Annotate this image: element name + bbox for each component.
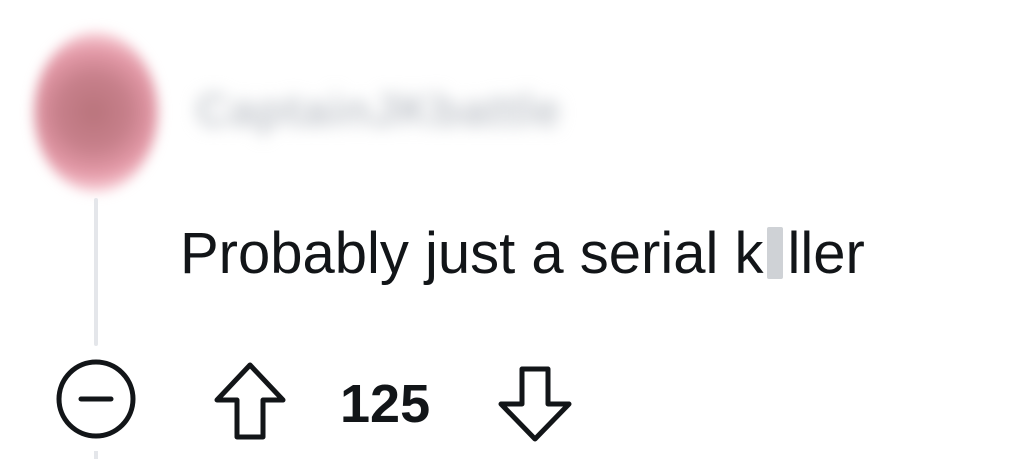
thread-line-continuation bbox=[94, 451, 98, 459]
minus-circle-icon bbox=[56, 359, 136, 439]
upvote-button[interactable] bbox=[212, 360, 288, 442]
username[interactable]: CaptainJKbattle bbox=[196, 85, 561, 135]
comment: CaptainJKbattle Probably just a serial k… bbox=[0, 0, 1024, 459]
comment-text-start: Probably just a serial k bbox=[180, 221, 764, 286]
thread-line[interactable] bbox=[94, 198, 98, 346]
downvote-button[interactable] bbox=[496, 364, 574, 444]
arrow-down-icon bbox=[498, 366, 572, 442]
vote-score: 125 bbox=[340, 374, 431, 434]
comment-body: Probably just a serial k ller bbox=[180, 218, 865, 290]
comment-text-end: ller bbox=[787, 221, 865, 286]
redaction-block bbox=[767, 227, 784, 279]
collapse-button[interactable] bbox=[54, 357, 138, 441]
arrow-up-icon bbox=[214, 362, 286, 440]
avatar[interactable] bbox=[34, 32, 158, 192]
